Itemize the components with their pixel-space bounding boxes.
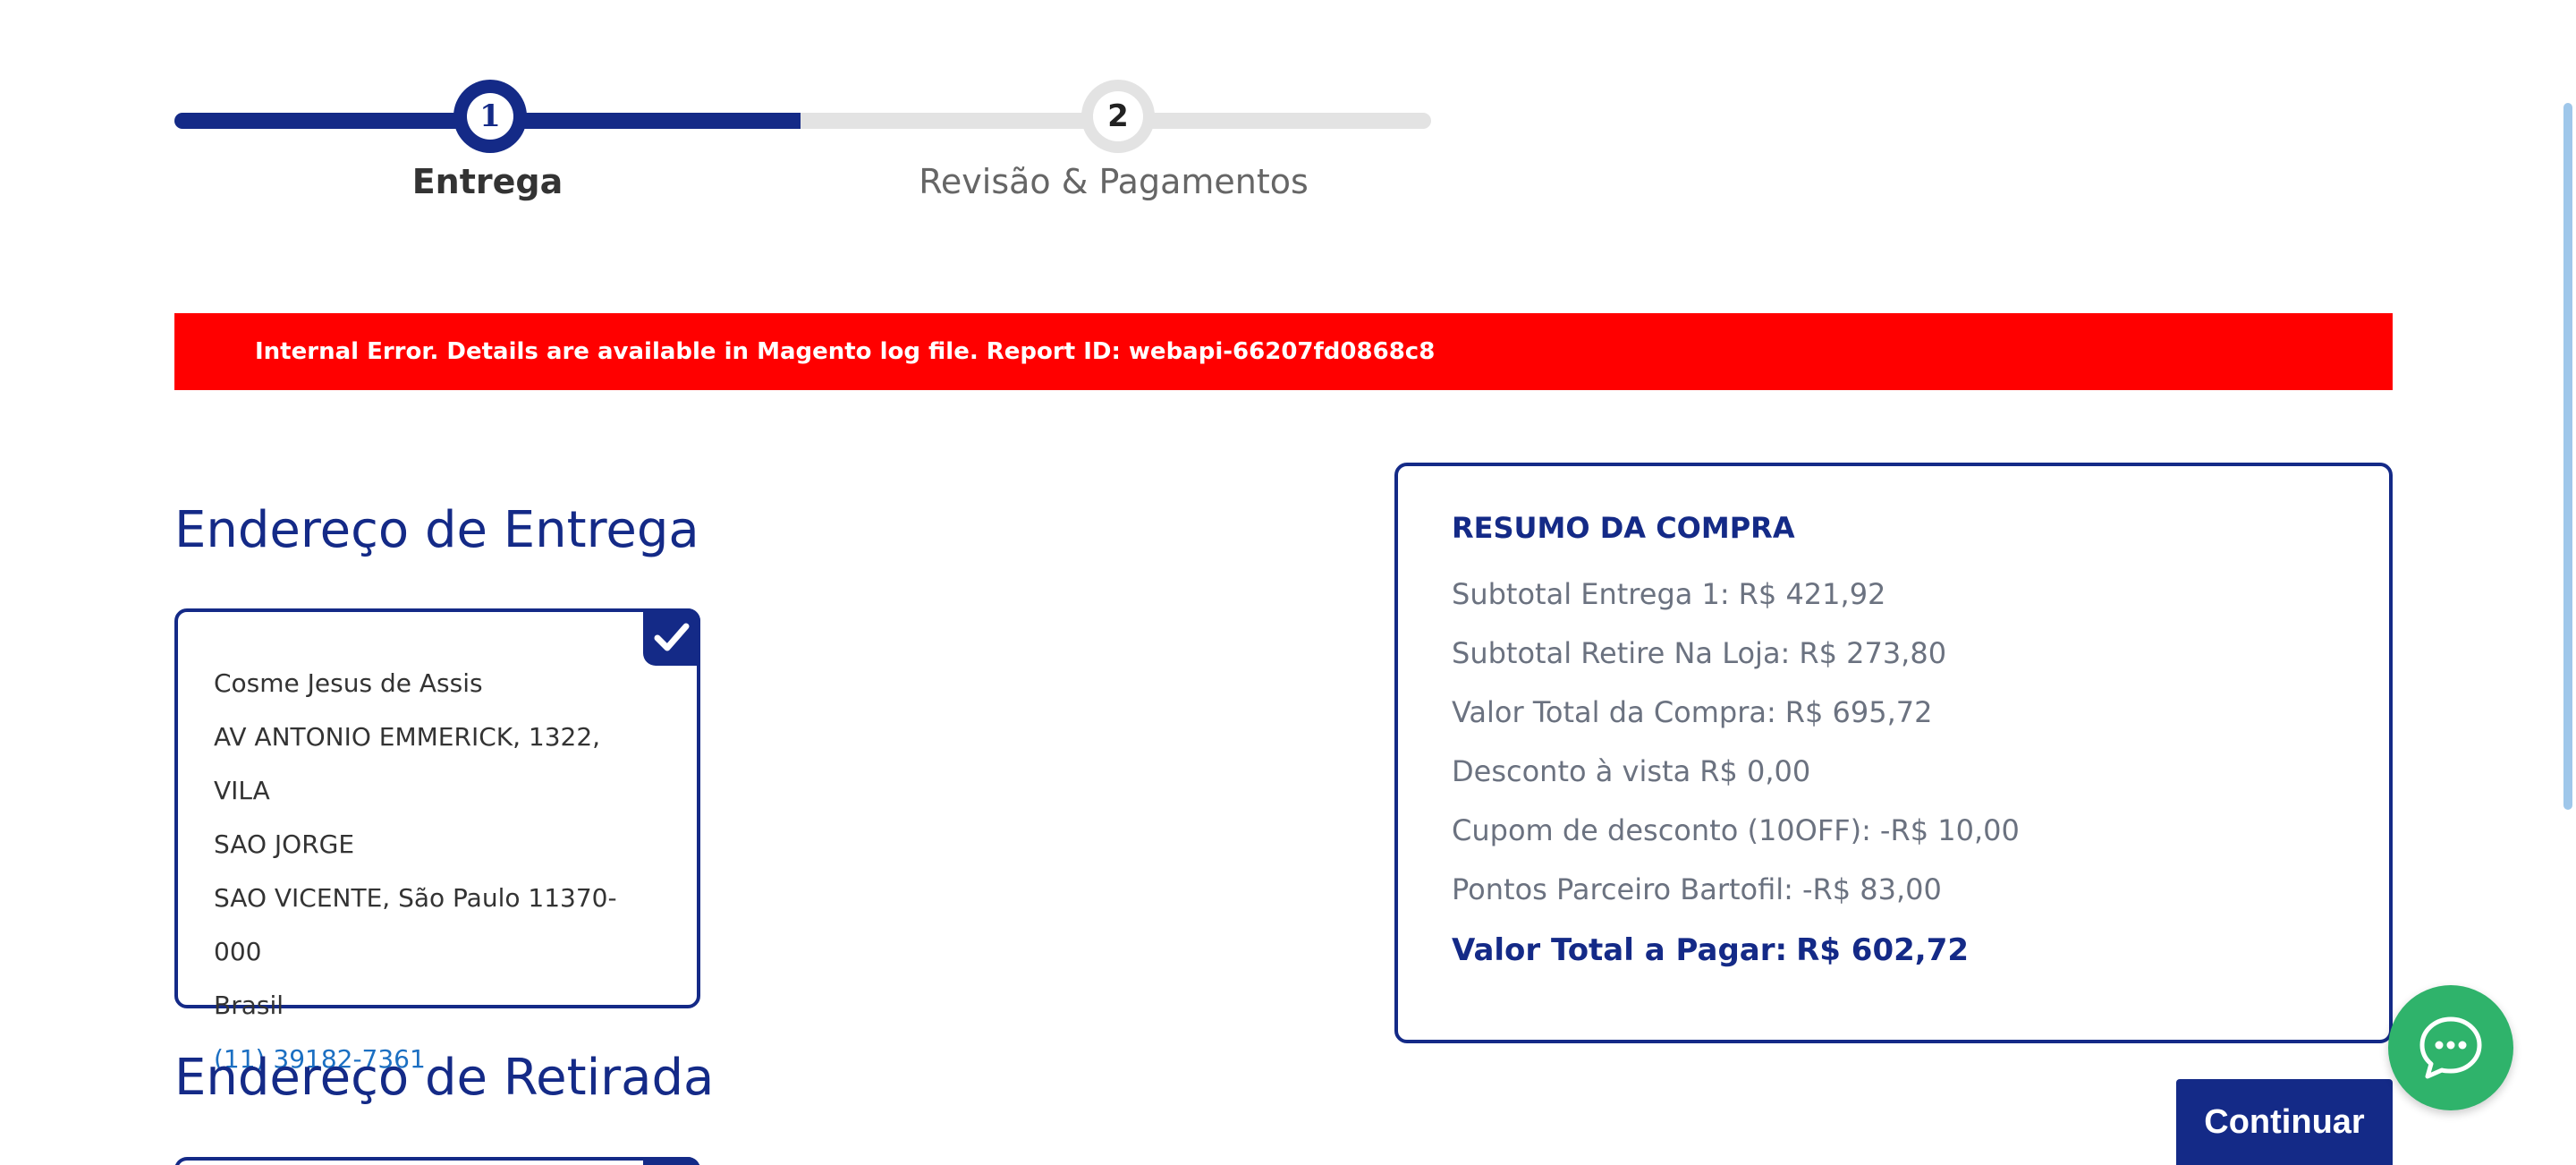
summary-row-value: R$ 0,00 — [1699, 754, 1811, 788]
pickup-address-card[interactable] — [174, 1157, 700, 1165]
summary-row-partner-points: Pontos Parceiro Bartofil: -R$ 83,00 — [1452, 860, 2335, 919]
delivery-address-title: Endereço de Entrega — [174, 501, 699, 559]
pickup-address-title: Endereço de Retirada — [174, 1049, 715, 1107]
address-country: Brasil — [214, 991, 284, 1020]
step-1-number: 1 — [467, 93, 513, 140]
selected-badge — [643, 608, 700, 666]
step-2-number: 2 — [1093, 91, 1143, 141]
summary-row-subtotal-pickup: Subtotal Retire Na Loja: R$ 273,80 — [1452, 624, 2335, 683]
chat-button[interactable] — [2388, 985, 2513, 1110]
address-name: Cosme Jesus de Assis — [214, 668, 483, 698]
summary-total-label: Valor Total a Pagar: — [1452, 932, 1788, 968]
summary-row-label: Valor Total da Compra: — [1452, 695, 1776, 729]
summary-row-value: R$ 695,72 — [1784, 695, 1933, 729]
summary-row-label: Subtotal Retire Na Loja: — [1452, 636, 1791, 670]
chat-bubble-icon — [2419, 1016, 2482, 1079]
summary-row-label: Cupom de desconto (10OFF): — [1452, 813, 1871, 847]
summary-row-cash-discount: Desconto à vista R$ 0,00 — [1452, 742, 2335, 801]
order-summary: RESUMO DA COMPRA Subtotal Entrega 1: R$ 4… — [1394, 463, 2393, 1043]
step-2-indicator[interactable]: 2 — [1081, 80, 1155, 153]
summary-title: RESUMO DA COMPRA — [1452, 511, 1795, 545]
error-message: Internal Error. Details are available in… — [174, 313, 2393, 390]
checkout-progress: 1 2 Entrega Revisão & Pagamentos — [174, 76, 1431, 219]
summary-total: Valor Total a Pagar: R$ 602,72 — [1452, 919, 2335, 982]
summary-row-value: R$ 273,80 — [1799, 636, 1947, 670]
summary-row-coupon: Cupom de desconto (10OFF): -R$ 10,00 — [1452, 801, 2335, 860]
summary-row-label: Desconto à vista — [1452, 754, 1691, 788]
address-street-2: SAO JORGE — [214, 829, 355, 859]
summary-row-value: -R$ 83,00 — [1801, 872, 1942, 906]
checkmark-icon — [654, 623, 690, 651]
summary-row-total-purchase: Valor Total da Compra: R$ 695,72 — [1452, 683, 2335, 742]
summary-row-value: R$ 421,92 — [1738, 577, 1886, 611]
selected-badge — [643, 1157, 700, 1165]
summary-row-value: -R$ 10,00 — [1879, 813, 2020, 847]
step-1-indicator[interactable]: 1 — [453, 80, 527, 153]
delivery-address-card[interactable]: Cosme Jesus de Assis AV ANTONIO EMMERICK… — [174, 608, 700, 1074]
continue-button[interactable]: Continuar — [2176, 1079, 2393, 1165]
summary-row-subtotal-delivery: Subtotal Entrega 1: R$ 421,92 — [1452, 565, 2335, 624]
summary-row-label: Subtotal Entrega 1: — [1452, 577, 1730, 611]
step-2-label[interactable]: Revisão & Pagamentos — [919, 162, 1309, 201]
summary-row-label: Pontos Parceiro Bartofil: — [1452, 872, 1793, 906]
address-city: SAO VICENTE, São Paulo 11370-000 — [214, 883, 617, 966]
page-scrollbar[interactable] — [2563, 103, 2572, 810]
address-street: AV ANTONIO EMMERICK, 1322, VILA — [214, 722, 601, 805]
step-1-label[interactable]: Entrega — [412, 162, 564, 201]
summary-total-value: R$ 602,72 — [1796, 932, 1970, 968]
